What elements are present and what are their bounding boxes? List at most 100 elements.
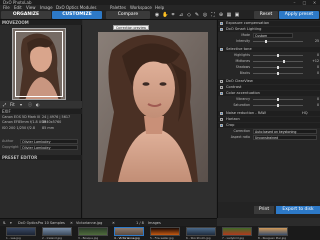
crop-section[interactable]: Crop [218, 123, 320, 128]
smart-lighting-section[interactable]: DxO Smart Lighting [218, 27, 320, 32]
correction-value: Auto based on keystoning [255, 130, 297, 134]
blacks-value[interactable]: 0 [305, 71, 319, 76]
selective-tone-section[interactable]: Selective tone [218, 47, 320, 52]
info-icon[interactable]: ⓘ [28, 102, 32, 107]
color-accentuation-title: Color accentuation [226, 91, 260, 95]
fit-icon[interactable]: ⤢ [3, 102, 6, 107]
highlights-knob[interactable] [277, 54, 279, 57]
intensity-slider[interactable] [253, 40, 303, 43]
copyright-field[interactable]: Olivier Lamboley [20, 145, 78, 150]
eye-icon[interactable]: ◉ [154, 12, 160, 18]
reset-button[interactable]: Reset [254, 11, 278, 19]
image-viewer[interactable]: Correction preview [83, 20, 216, 218]
smart-lighting-checkbox[interactable] [220, 28, 223, 31]
aspect-dropdown[interactable]: Unconstrained [253, 135, 317, 140]
perspective-icon[interactable]: ◇ [186, 12, 192, 18]
shadows-knob[interactable] [277, 66, 279, 69]
midtones-knob[interactable] [283, 60, 285, 63]
export-to-disk-button[interactable]: Export to disk [276, 206, 320, 214]
thumbnail-6[interactable] [186, 227, 216, 236]
redeye-icon[interactable]: ◎ [202, 12, 208, 18]
horizon-section[interactable]: Horizon [218, 117, 320, 122]
organize-tab[interactable]: ORGANIZE [1, 11, 51, 19]
highlights-slider[interactable] [253, 54, 303, 57]
thumbnail-5[interactable] [150, 227, 180, 236]
intensity-knob[interactable] [265, 40, 267, 43]
fullscreen-icon[interactable]: ⛶ [210, 12, 216, 18]
saturation-value[interactable]: 0 [305, 103, 319, 108]
zoom-value[interactable]: Fit [10, 102, 15, 107]
saturation-knob[interactable] [277, 104, 279, 107]
navigator-view-rect[interactable] [15, 31, 63, 97]
contrast-section[interactable]: Contrast [218, 85, 320, 90]
straighten-icon[interactable]: ⊿ [178, 12, 184, 18]
clearview-checkbox[interactable] [220, 80, 223, 83]
histogram-icon[interactable]: ▦ [226, 12, 232, 18]
blacks-knob[interactable] [277, 72, 279, 75]
intensity-value[interactable]: 25 [305, 39, 319, 44]
contrast-checkbox[interactable] [220, 86, 223, 89]
thumbnail-3[interactable] [78, 227, 108, 236]
aspect-row: Aspect ratio Unconstrained [218, 135, 320, 140]
selective-tone-title: Selective tone [226, 47, 252, 51]
saturation-slider[interactable] [253, 104, 303, 107]
highlights-value[interactable]: 0 [305, 53, 319, 58]
compare-button[interactable]: Compare [106, 11, 150, 19]
thumbnail-8[interactable] [258, 227, 288, 236]
exposure-section[interactable]: Exposure compensation [218, 21, 320, 26]
noise-mode[interactable]: HQ [302, 111, 308, 116]
customize-tab[interactable]: CUSTOMIZE [52, 11, 102, 19]
correction-label: Correction [233, 129, 251, 133]
shadows-value[interactable]: 0 [305, 65, 319, 70]
hand-icon[interactable]: ✋ [162, 12, 168, 18]
exif-settings: ISO 200 1/250 f/2.8 [2, 126, 36, 130]
filmstrip[interactable]: 1 - Lea.jpg 2 - Iceland.jpg 3 - Bosque.j… [0, 226, 320, 240]
crop-title: Crop [226, 123, 235, 127]
filmstrip-toolbar: ⇅ ▾ DxO OpticsPro 10 Samples ✕ Victorian… [0, 218, 217, 226]
blacks-slider[interactable] [253, 72, 303, 75]
correction-dropdown[interactable]: Auto based on keystoning [253, 129, 317, 134]
preset-editor-header[interactable]: PRESET EDITOR [0, 155, 82, 160]
saturation-row: Saturation 0 [218, 103, 320, 108]
print-button[interactable]: Print [254, 206, 274, 214]
crop-checkbox[interactable] [220, 124, 223, 127]
navigator-header[interactable]: MOVEZOOM [0, 20, 82, 25]
aspect-value: Unconstrained [255, 136, 279, 140]
repair-icon[interactable]: ✎ [194, 12, 200, 18]
thumbnail-2[interactable] [42, 227, 72, 236]
main-photo[interactable] [98, 32, 208, 182]
contrast-title: Contrast [226, 85, 242, 89]
zoom-icon[interactable]: ⊕ [218, 12, 224, 18]
horizon-checkbox[interactable] [220, 118, 223, 121]
apply-preset-label: Apply preset [284, 12, 314, 17]
color-accentuation-checkbox[interactable] [220, 92, 223, 95]
layout-icon[interactable]: ▣ [234, 12, 240, 18]
thumbnail-1[interactable] [6, 227, 36, 236]
author-field[interactable]: Olivier Lamboley [20, 139, 78, 144]
vibrancy-slider[interactable] [253, 98, 303, 101]
noise-section[interactable]: Noise reduction - RAW HQ [218, 111, 320, 116]
noise-checkbox[interactable] [220, 112, 223, 115]
color-accentuation-section[interactable]: Color accentuation [218, 91, 320, 96]
shadows-row: Shadows 0 [218, 65, 320, 70]
exposure-checkbox[interactable] [220, 22, 223, 25]
navigator-thumbnail[interactable] [12, 28, 66, 100]
midtones-value[interactable]: +12 [305, 59, 319, 64]
saturation-label: Saturation [233, 103, 250, 107]
thumbnail-4[interactable] [114, 227, 144, 236]
clearview-section[interactable]: DxO ClearView [218, 79, 320, 84]
selective-tone-checkbox[interactable] [220, 48, 223, 51]
midtones-slider[interactable] [253, 60, 303, 63]
vibrancy-value[interactable]: 0 [305, 97, 319, 102]
correction-row: Correction Auto based on keystoning [218, 129, 320, 134]
zoom-dropdown-icon[interactable]: ▾ [20, 102, 22, 107]
mode-dropdown[interactable]: Custom [253, 33, 293, 38]
intensity-row: Intensity 25 [218, 39, 320, 44]
apply-preset-button[interactable]: Apply preset [279, 11, 319, 19]
vibrancy-knob[interactable] [277, 98, 279, 101]
shadows-slider[interactable] [253, 66, 303, 69]
thumbnail-7[interactable] [222, 227, 252, 236]
blacks-row: Blacks 0 [218, 71, 320, 76]
crop-icon[interactable]: ⌗ [170, 12, 176, 18]
highlights-icon[interactable]: ◐ [36, 102, 40, 107]
